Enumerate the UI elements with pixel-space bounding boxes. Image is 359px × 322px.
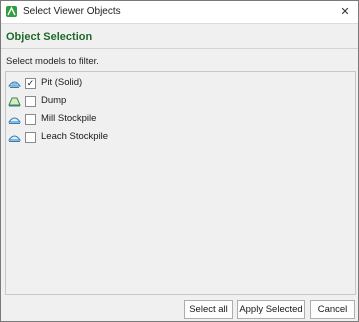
instruction-text: Select models to filter. <box>6 56 99 67</box>
dump-model-icon <box>8 95 21 107</box>
checkbox-dump[interactable] <box>25 96 36 107</box>
stockpile-model-icon <box>8 131 21 143</box>
list-item-mill-stockpile[interactable]: Mill Stockpile <box>6 110 355 128</box>
checkbox-leach-stockpile[interactable] <box>25 132 36 143</box>
window-title: Select Viewer Objects <box>23 6 121 17</box>
title-bar: Select Viewer Objects ✕ <box>1 1 358 24</box>
apply-selected-button[interactable]: Apply Selected <box>237 300 305 319</box>
list-item-label: Mill Stockpile <box>41 113 97 124</box>
cancel-button[interactable]: Cancel <box>310 300 355 319</box>
stockpile-model-icon <box>8 113 21 125</box>
checkbox-pit[interactable]: ✓ <box>25 78 36 89</box>
list-item-label: Pit (Solid) <box>41 77 83 88</box>
list-item-pit[interactable]: ✓ Pit (Solid) <box>6 74 355 92</box>
list-item-leach-stockpile[interactable]: Leach Stockpile <box>6 128 355 146</box>
checkbox-mill-stockpile[interactable] <box>25 114 36 125</box>
dialog-window: Select Viewer Objects ✕ Object Selection… <box>0 0 359 322</box>
section-heading: Object Selection <box>6 31 93 43</box>
close-icon[interactable]: ✕ <box>338 5 352 19</box>
list-item-label: Leach Stockpile <box>41 131 109 142</box>
pit-model-icon <box>8 77 21 89</box>
divider <box>1 48 358 49</box>
model-list[interactable]: ✓ Pit (Solid) Dump Mill Stockpile Leach … <box>5 71 356 295</box>
list-item-dump[interactable]: Dump <box>6 92 355 110</box>
list-item-label: Dump <box>41 95 67 106</box>
app-icon <box>6 6 17 17</box>
select-all-button[interactable]: Select all <box>184 300 233 319</box>
